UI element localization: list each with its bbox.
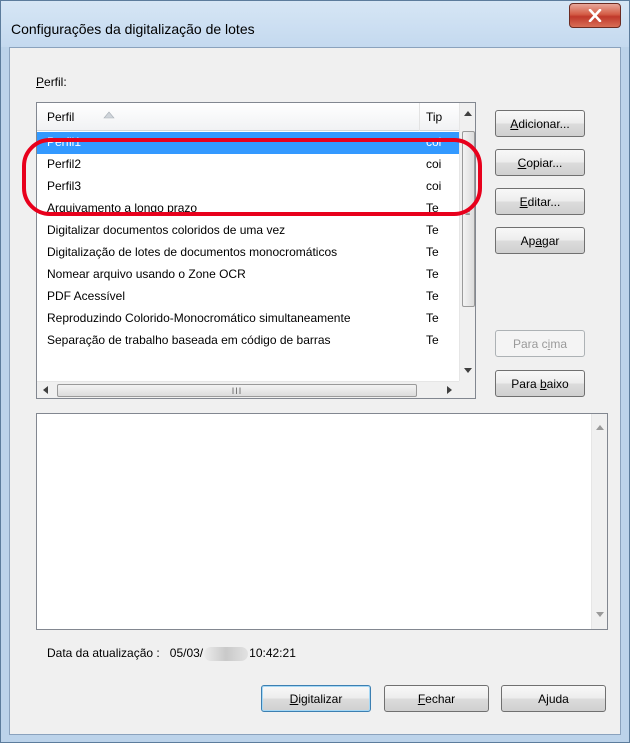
dialog-client-area: Perfil: Perfil Tip Perfil1 coi Perfil2 coi P… <box>9 47 621 735</box>
copy-button[interactable]: Copiar... <box>495 149 585 176</box>
list-item-profile-name: PDF Acessível <box>47 289 126 303</box>
update-date-row: Data da atualização : 05/03/10:42:21 <box>47 646 296 661</box>
profile-description-box[interactable] <box>36 413 608 630</box>
scroll-left-arrow-icon[interactable] <box>43 386 48 394</box>
delete-button-label: Apagar <box>520 233 560 248</box>
close-x-icon <box>588 9 602 22</box>
list-item[interactable]: Digitalizar documentos coloridos de uma … <box>37 220 459 242</box>
list-item-type: Te <box>426 311 439 325</box>
batch-scan-settings-window: Configurações da digitalização de lotes … <box>0 0 630 743</box>
edit-button[interactable]: Editar... <box>495 188 585 215</box>
list-item-profile-name: Nomear arquivo usando o Zone OCR <box>47 267 246 281</box>
scroll-right-arrow-icon[interactable] <box>447 386 452 394</box>
redacted-year <box>204 646 249 661</box>
scan-button-label: Digitalizar <box>289 691 343 706</box>
window-title: Configurações da digitalização de lotes <box>11 21 255 37</box>
list-item-profile-name: Digitalizar documentos coloridos de uma … <box>47 223 286 237</box>
list-item-profile-name: Separação de trabalho baseada em código … <box>47 333 331 347</box>
move-up-button[interactable]: Para cima <box>495 330 585 357</box>
scroll-up-arrow-icon[interactable] <box>464 111 472 116</box>
list-item-profile-name: Digitalização de lotes de documentos mon… <box>47 245 338 259</box>
update-time-value: 10:42:21 <box>249 646 296 660</box>
column-header-type[interactable]: Tip <box>420 103 460 131</box>
move-down-button[interactable]: Para baixo <box>495 370 585 397</box>
profile-list-label: Perfil: <box>36 75 67 89</box>
add-button[interactable]: Adicionar... <box>495 110 585 137</box>
scroll-up-arrow-icon[interactable] <box>596 425 604 430</box>
scroll-down-arrow-icon[interactable] <box>596 612 604 617</box>
column-header-profile-label: Perfil <box>47 110 75 124</box>
list-item-type: Te <box>426 245 439 259</box>
list-item-type: Te <box>426 333 439 347</box>
help-button-label: Ajuda <box>538 691 569 706</box>
list-header: Perfil Tip <box>37 103 459 131</box>
close-window-button[interactable] <box>569 3 621 28</box>
move-up-button-label: Para cima <box>512 336 568 351</box>
update-date-label: Data da atualização : <box>47 646 160 660</box>
scroll-down-arrow-icon[interactable] <box>464 368 472 373</box>
help-button[interactable]: Ajuda <box>501 685 606 712</box>
list-item-profile-name: Reproduzindo Colorido-Monocromático simu… <box>47 311 351 325</box>
close-button-label: Fechar <box>417 691 456 706</box>
title-bar: Configurações da digitalização de lotes <box>1 1 629 47</box>
highlight-annotation-oval <box>22 138 482 216</box>
list-horizontal-scrollbar[interactable]: III <box>37 381 459 398</box>
close-button[interactable]: Fechar <box>384 685 489 712</box>
column-header-type-label: Tip <box>426 110 443 124</box>
list-item-type: Te <box>426 267 439 281</box>
list-item[interactable]: Nomear arquivo usando o Zone OCR Te <box>37 264 459 286</box>
copy-button-label: Copiar... <box>517 155 563 170</box>
column-header-profile[interactable]: Perfil <box>37 103 420 131</box>
list-item[interactable]: Reproduzindo Colorido-Monocromático simu… <box>37 308 459 330</box>
list-item-type: Te <box>426 289 439 303</box>
delete-button[interactable]: Apagar <box>495 227 585 254</box>
list-item[interactable]: PDF Acessível Te <box>37 286 459 308</box>
scan-button[interactable]: Digitalizar <box>261 685 371 712</box>
sort-ascending-icon <box>103 111 115 119</box>
list-item[interactable]: Separação de trabalho baseada em código … <box>37 330 459 352</box>
edit-button-label: Editar... <box>519 194 561 209</box>
add-button-label: Adicionar... <box>510 116 570 131</box>
scrollbar-corner <box>459 381 475 398</box>
update-date-value: 05/03/ <box>169 646 204 660</box>
description-vertical-scrollbar[interactable] <box>591 414 607 629</box>
list-item[interactable]: Digitalização de lotes de documentos mon… <box>37 242 459 264</box>
move-down-button-label: Para baixo <box>511 376 569 391</box>
list-horizontal-scroll-thumb[interactable]: III <box>57 384 417 397</box>
list-item-type: Te <box>426 223 439 237</box>
